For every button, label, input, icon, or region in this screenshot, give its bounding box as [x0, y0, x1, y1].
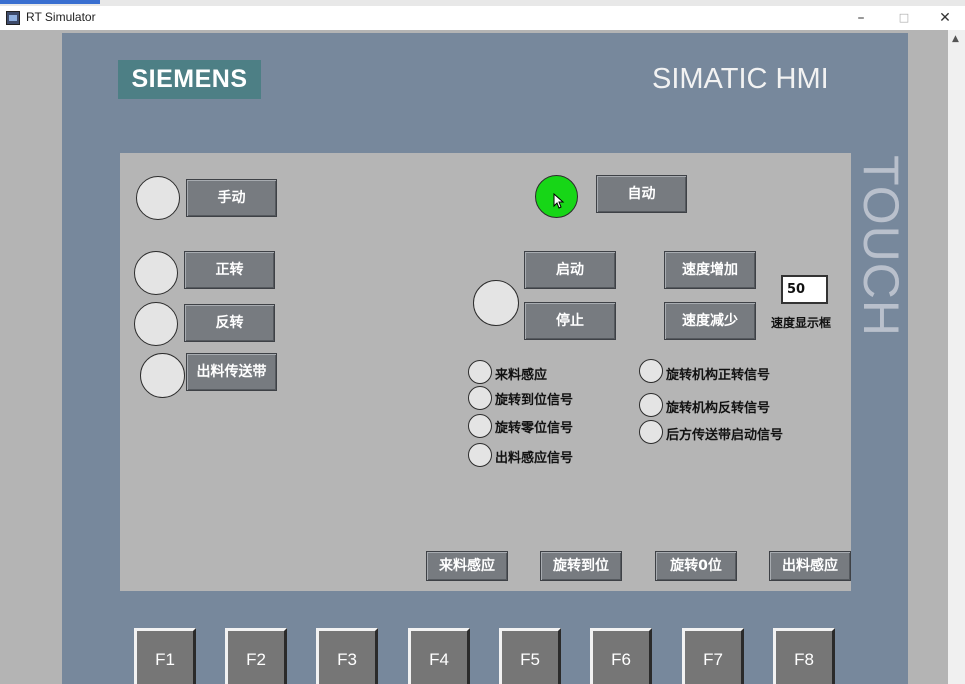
start-button[interactable]: 启动	[524, 251, 616, 289]
touch-label: TOUCH	[852, 151, 909, 341]
manual-button[interactable]: 手动	[186, 179, 277, 217]
signal-label-infeed: 来料感应	[495, 368, 548, 383]
run-lamp	[473, 280, 519, 326]
signal-label-outfeed-sense: 出料感应信号	[495, 451, 574, 466]
siemens-logo: SIEMENS	[118, 60, 261, 99]
scroll-up-arrow-icon[interactable]: ▲	[952, 34, 959, 44]
function-key-f2[interactable]: F2	[225, 628, 287, 684]
signal-label-rotate-in-position: 旋转到位信号	[495, 393, 574, 408]
signal-lamp-outfeed-sense	[468, 443, 492, 467]
speed-decrease-button[interactable]: 速度减少	[664, 302, 756, 340]
signal-lamp-rear-conveyor	[639, 420, 663, 444]
simatic-hmi-label: SIMATIC HMI	[652, 63, 829, 95]
outfeed-conveyor-button[interactable]: 出料传送带	[186, 353, 277, 391]
mouse-cursor-icon	[553, 193, 565, 209]
title-bar[interactable]: RT Simulator – □ ✕	[0, 6, 965, 30]
signal-label-rotator-reverse: 旋转机构反转信号	[666, 401, 771, 416]
signal-label-rotate-zero: 旋转零位信号	[495, 421, 574, 436]
hmi-panel: SIEMENS SIMATIC HMI TOUCH 手动 自动 正转 反转 出料…	[62, 33, 909, 684]
signal-label-rear-conveyor: 后方传送带启动信号	[666, 428, 784, 443]
function-key-f6[interactable]: F6	[590, 628, 652, 684]
sim-rotate-in-position-button[interactable]: 旋转到位	[540, 551, 622, 581]
speed-display-label: 速度显示框	[771, 316, 832, 330]
maximize-button[interactable]: □	[889, 9, 919, 27]
touch-label-text: TOUCH	[852, 155, 909, 337]
stop-button[interactable]: 停止	[524, 302, 616, 340]
reverse-lamp	[134, 302, 178, 346]
signal-lamp-rotator-forward	[639, 359, 663, 383]
window-title: RT Simulator	[26, 10, 96, 24]
function-key-f8[interactable]: F8	[773, 628, 835, 684]
signal-lamp-rotator-reverse	[639, 393, 663, 417]
close-button[interactable]: ✕	[930, 9, 960, 27]
signal-lamp-rotate-zero	[468, 414, 492, 438]
taskbar-fragment	[0, 0, 100, 4]
signal-lamp-infeed	[468, 360, 492, 384]
rt-simulator-window: RT Simulator – □ ✕ SIEMENS SIMATIC HMI T…	[0, 0, 965, 684]
speed-display-field: 50	[781, 275, 828, 304]
outfeed-conveyor-lamp	[140, 353, 185, 398]
sim-infeed-sense-button[interactable]: 来料感应	[426, 551, 508, 581]
auto-button[interactable]: 自动	[596, 175, 687, 213]
manual-mode-lamp	[136, 176, 180, 220]
function-key-f5[interactable]: F5	[499, 628, 561, 684]
function-key-f1[interactable]: F1	[134, 628, 196, 684]
simulator-viewport: SIEMENS SIMATIC HMI TOUCH 手动 自动 正转 反转 出料…	[0, 30, 948, 684]
app-icon	[6, 11, 20, 25]
reverse-button[interactable]: 反转	[184, 304, 275, 342]
sim-outfeed-sense-button[interactable]: 出料感应	[769, 551, 851, 581]
forward-button[interactable]: 正转	[184, 251, 275, 289]
function-key-f4[interactable]: F4	[408, 628, 470, 684]
signal-lamp-rotate-in-position	[468, 386, 492, 410]
sim-rotate-zero-button[interactable]: 旋转0位	[655, 551, 737, 581]
function-key-f7[interactable]: F7	[682, 628, 744, 684]
minimize-button[interactable]: –	[846, 9, 876, 27]
speed-increase-button[interactable]: 速度增加	[664, 251, 756, 289]
vertical-scrollbar[interactable]: ▲	[948, 30, 965, 684]
hmi-screen: 手动 自动 正转 反转 出料传送带 启动 停止 速度增加 速度减少 50 速度显…	[120, 153, 851, 591]
forward-lamp	[134, 251, 178, 295]
signal-label-rotator-forward: 旋转机构正转信号	[666, 368, 771, 383]
function-key-f3[interactable]: F3	[316, 628, 378, 684]
